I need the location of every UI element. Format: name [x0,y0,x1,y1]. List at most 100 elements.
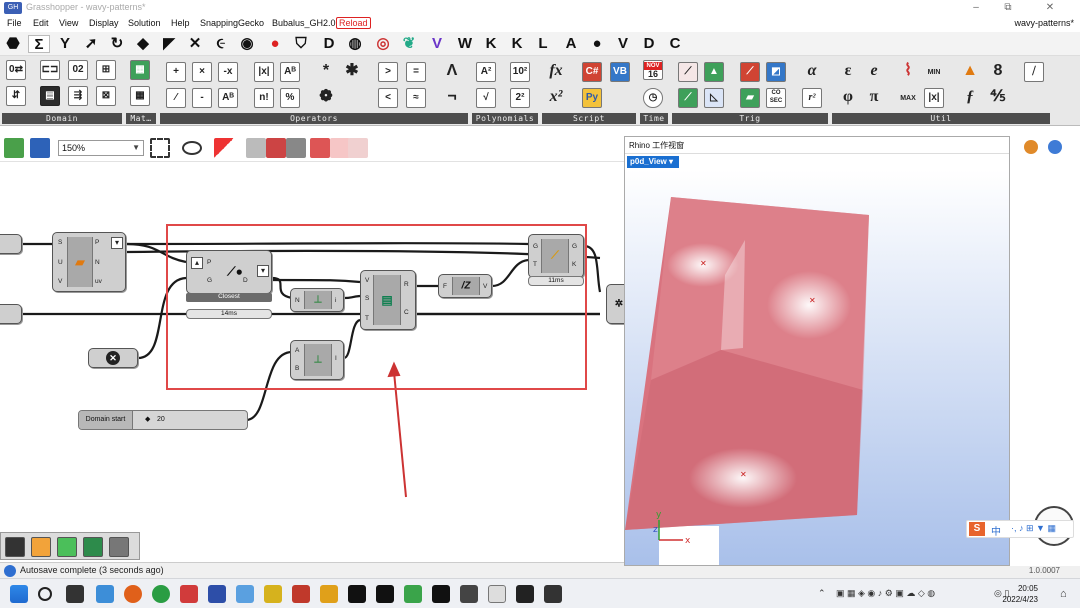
python-script-icon[interactable]: Py [582,88,602,108]
layers-icon[interactable] [83,537,103,557]
pi-icon[interactable]: π [864,88,884,108]
shift-domain-icon[interactable]: ⇶ [68,86,88,106]
menu-bubalus[interactable]: Bubalus_GH2.0 [272,18,336,28]
degrees-icon[interactable]: α [802,62,822,82]
frame-icon[interactable] [31,537,51,557]
arcsine-icon[interactable]: ◩ [766,62,786,82]
infinity-number-icon[interactable]: 8 [988,62,1008,82]
evaluate-icon[interactable]: x² [546,88,566,108]
tab-k1[interactable]: K [480,35,502,53]
tab-intersect-icon[interactable]: ✕ [184,35,206,53]
app-dark-icon[interactable] [432,585,450,603]
construct-domain-icon[interactable]: 0⇄ [6,60,26,80]
integral-icon[interactable]: ƒ [960,88,980,108]
negative-icon[interactable]: -x [218,62,238,82]
zoom-select[interactable]: 150% ▼ [58,140,144,156]
app-cube-icon[interactable] [236,585,254,603]
close-button[interactable]: ✕ [1040,1,1060,15]
app-red-icon[interactable] [180,585,198,603]
search-icon[interactable] [38,587,52,601]
modulus-icon[interactable]: % [280,88,300,108]
ime-logo-icon[interactable]: S [969,522,985,536]
notification-icon[interactable]: ⌂ [1060,588,1067,600]
port-n[interactable]: N [95,259,100,266]
golden-ratio-icon[interactable]: φ [838,88,858,108]
clock[interactable]: 20:05 2022/4/23 [1002,583,1038,605]
gate-not-icon[interactable]: ¬ [442,88,462,108]
component-evaluate-surface[interactable]: S U V ▰ P N uv ▾ [52,232,126,292]
restore-button[interactable]: ⧉ [998,1,1018,15]
menu-display[interactable]: Display [89,18,119,28]
windows-start-icon[interactable] [10,585,28,603]
tab-plugin-d[interactable]: D [318,35,340,53]
maximum-icon[interactable]: MAX [898,90,918,110]
minimum-icon[interactable]: MIN [924,64,944,84]
app-gray-icon[interactable] [460,585,478,603]
chrome-icon[interactable] [152,585,170,603]
menu-file[interactable]: File [7,18,22,28]
ime-mode[interactable]: 中 [991,523,1001,538]
tab-surface-icon[interactable]: ◆ [132,35,154,53]
divide-domain-icon[interactable]: ⊞ [96,60,116,80]
similarity-icon[interactable]: ≈ [406,88,426,108]
preview-eye-icon[interactable] [182,141,202,155]
unlock-icon[interactable] [348,138,368,158]
port-u[interactable]: U [58,259,63,266]
power-of-2-icon[interactable]: 2² [510,88,530,108]
display-matrix-icon[interactable]: ▦ [130,86,150,106]
tab-mesh-icon[interactable]: ◤ [158,35,180,53]
preview-shaded-icon[interactable] [266,138,286,158]
gate-and-icon[interactable]: * [316,62,336,82]
menu-help[interactable]: Help [171,18,190,28]
division-icon[interactable]: ⁄ [166,88,186,108]
tab-vector-icon[interactable]: ➚ [80,35,102,53]
wave-icon[interactable]: ⌇ [898,62,918,82]
app-green-icon[interactable] [404,585,422,603]
multiplication-icon[interactable]: × [192,62,212,82]
tab-a[interactable]: A [560,35,582,53]
tab-plugin-dark-icon[interactable]: ● [586,35,608,53]
menu-view[interactable]: View [59,18,78,28]
absolute-icon[interactable]: |x| [254,62,274,82]
tab-display-icon[interactable]: ◉ [236,35,258,53]
tab-transform-icon[interactable]: ૯ [210,35,232,53]
find-domain-icon[interactable]: ⊠ [96,86,116,106]
minimize-button[interactable]: – [966,1,986,15]
zoom-extents-icon[interactable] [150,138,170,158]
euler-icon[interactable]: e [864,62,884,82]
save-file-icon[interactable] [30,138,50,158]
port-p[interactable]: P [95,239,99,246]
app-yellow-icon[interactable] [320,585,338,603]
ime-tools-icon[interactable]: ·, ♪ ⊞ ▼ ▦ [1011,523,1056,534]
tab-d[interactable]: D [638,35,660,53]
component-right-edge[interactable]: ✲ [606,284,625,324]
disable-icon[interactable] [330,138,350,158]
cosecant-icon[interactable]: CO SEC [766,88,786,108]
gate-or-icon[interactable]: ✱ [342,62,362,82]
epsilon-icon[interactable]: ε [838,62,858,82]
port-uv[interactable]: uv [95,278,102,285]
widgets-icon[interactable] [96,585,114,603]
gate-xor-icon[interactable]: ❁ [316,88,336,108]
gate-and-symbol-icon[interactable]: Λ [442,62,462,82]
cosine-icon[interactable]: ▲ [704,62,724,82]
power-icon[interactable]: Aᴮ [280,62,300,82]
app-send-icon[interactable] [208,585,226,603]
menu-reload[interactable]: Reload [336,17,371,29]
grasshopper-canvas[interactable]: S U V ▰ P N uv ▾ ✕ ▴ P G ⟋● D ▾ Closest … [0,162,625,532]
viewport-tab[interactable]: p0d_View ▾ [627,156,680,168]
sine-icon[interactable]: ⟋ [678,62,698,82]
component-cull[interactable]: ✕ [88,348,138,368]
download-icon[interactable] [5,537,25,557]
graph-icon[interactable]: ⧸ [1024,62,1044,82]
render-icon[interactable] [1024,140,1038,154]
radians-icon[interactable]: r² [802,88,822,108]
app-black-icon[interactable] [544,585,562,603]
rhino-icon[interactable] [348,585,366,603]
square-icon[interactable]: A² [476,62,496,82]
tangent-icon[interactable]: ⟋ [740,62,760,82]
file-explorer-icon[interactable] [264,585,282,603]
construct-date-icon[interactable]: NOV 16 [643,60,663,80]
deconstruct-domain-icon[interactable]: ⇵ [6,86,26,106]
tray-icons[interactable]: ▣ ▦ ◈ ◉ ♪ ⚙ ▣ ☁ ◇ ◍ [836,588,935,599]
